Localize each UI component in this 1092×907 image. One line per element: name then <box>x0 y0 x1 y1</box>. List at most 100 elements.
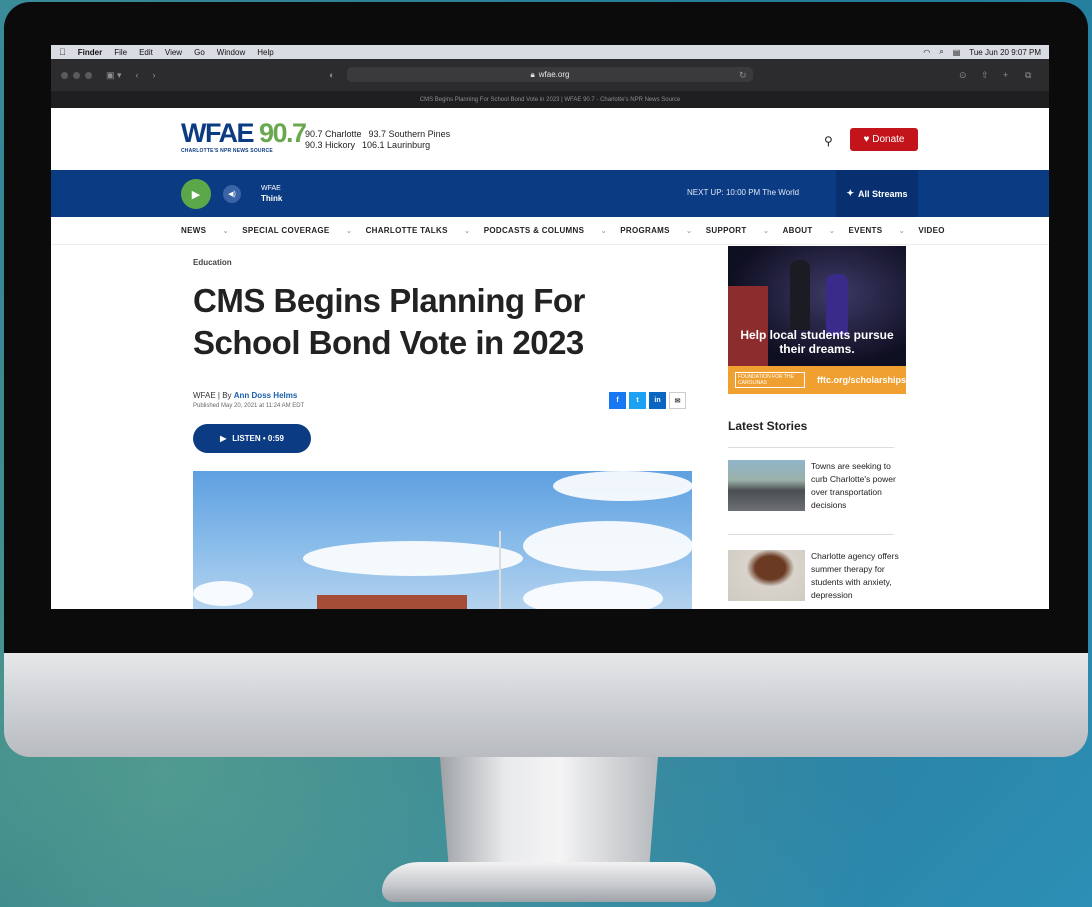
menu-file[interactable]: File <box>114 48 127 57</box>
menu-edit[interactable]: Edit <box>139 48 153 57</box>
privacy-icon[interactable]: ◐ <box>329 70 334 80</box>
latest-stories-heading: Latest Stories <box>728 419 808 433</box>
volume-icon[interactable]: ◀) <box>223 185 241 203</box>
nav-label: PODCASTS & COLUMNS <box>483 226 585 235</box>
back-icon[interactable]: ‹ <box>136 70 139 80</box>
tab-bar: CMS Begins Planning For School Bond Vote… <box>51 91 1049 108</box>
menu-finder[interactable]: Finder <box>78 48 102 57</box>
sidebar-toggle-icon[interactable]: ▣ ▾ <box>106 70 122 81</box>
screen:  Finder File Edit View Go Window Help ◠… <box>51 45 1049 609</box>
share-buttons: f t in ✉ <box>609 392 686 409</box>
tabs-overview-icon[interactable]: ⧉ <box>1025 70 1031 81</box>
monitor-chin <box>4 653 1088 757</box>
ad-link[interactable]: fftc.org/scholarships <box>817 375 906 385</box>
nav-support[interactable]: SUPPORT ⌄ <box>706 226 770 235</box>
tab-title[interactable]: CMS Begins Planning For School Bond Vote… <box>420 97 681 103</box>
play-button[interactable]: ▶ <box>181 179 211 209</box>
frequency: 90.7 Charlotte <box>305 129 362 139</box>
chevron-down-icon: ⌄ <box>828 226 836 235</box>
address-bar[interactable]: 🔒︎ wfae.org <box>347 67 753 82</box>
share-icon[interactable]: ⇧ <box>981 70 989 81</box>
menu-window[interactable]: Window <box>217 48 245 57</box>
nav-charlotte-talks[interactable]: CHARLOTTE TALKS ⌄ <box>366 226 471 235</box>
play-icon: ▶ <box>220 434 227 443</box>
story-title[interactable]: Charlotte agency offers summer therapy f… <box>811 550 901 602</box>
menu-go[interactable]: Go <box>194 48 205 57</box>
site-search-icon[interactable]: ⚲ <box>824 134 833 148</box>
live-player: ▶ ◀) WFAE Think NEXT UP: 10:00 PM The Wo… <box>51 170 1049 217</box>
program-name: Think <box>261 194 283 203</box>
linkedin-icon[interactable]: in <box>649 392 666 409</box>
station-name: WFAE <box>261 185 281 192</box>
menu-help[interactable]: Help <box>257 48 273 57</box>
article-image <box>193 471 692 609</box>
story-title[interactable]: Towns are seeking to curb Charlotte's po… <box>811 460 901 512</box>
story-thumbnail[interactable] <box>728 460 805 511</box>
close-button[interactable] <box>61 71 68 79</box>
email-icon[interactable]: ✉ <box>669 392 686 409</box>
apple-icon[interactable]:  <box>59 47 66 57</box>
now-playing: WFAE Think <box>261 184 282 205</box>
divider <box>728 447 894 448</box>
nav-label: SPECIAL COVERAGE <box>242 226 330 235</box>
reload-icon[interactable]: ↻ <box>739 70 747 81</box>
frequency: 106.1 Laurinburg <box>362 140 431 150</box>
url-text: wfae.org <box>538 70 570 79</box>
minimize-button[interactable] <box>73 71 80 79</box>
frequencies: 90.7 Charlotte 93.7 Southern Pines 90.3 H… <box>305 129 457 151</box>
scholarship-ad[interactable]: Help local students pursue their dreams.… <box>728 246 906 394</box>
frequency: 90.3 Hickory <box>305 140 356 150</box>
nav-video[interactable]: VIDEO <box>918 226 957 235</box>
ad-headline: Help local students pursue their dreams. <box>740 328 894 356</box>
mac-menubar:  Finder File Edit View Go Window Help ◠… <box>51 45 1049 59</box>
sparkle-icon: ✦ <box>846 188 854 198</box>
article-category[interactable]: Education <box>193 258 232 267</box>
ad-footer: FOUNDATION FOR THE CAROLINAS fftc.org/sc… <box>728 366 906 394</box>
nav-label: VIDEO <box>918 226 945 235</box>
listen-button[interactable]: ▶ LISTEN • 0:59 <box>193 424 311 453</box>
nav-label: ABOUT <box>782 226 813 235</box>
frequency: 93.7 Southern Pines <box>368 129 451 139</box>
download-icon[interactable]: ⊙ <box>959 70 967 81</box>
search-icon[interactable]: ⌕ <box>939 47 943 57</box>
nav-special-coverage[interactable]: SPECIAL COVERAGE ⌄ <box>242 226 352 235</box>
nav-about[interactable]: ABOUT ⌄ <box>783 226 836 235</box>
new-tab-icon[interactable]: + <box>1003 70 1008 80</box>
menu-view[interactable]: View <box>165 48 182 57</box>
author-link[interactable]: Ann Doss Helms <box>234 391 298 400</box>
monitor-base <box>382 862 716 902</box>
wifi-icon[interactable]: ◠ <box>923 48 930 57</box>
listen-label: LISTEN • 0:59 <box>232 434 284 443</box>
nav-podcasts[interactable]: PODCASTS & COLUMNS ⌄ <box>484 226 608 235</box>
divider <box>728 534 894 535</box>
wfae-logo[interactable]: WFAE 90.7 CHARLOTTE'S NPR NEWS SOURCE <box>181 120 307 155</box>
twitter-icon[interactable]: t <box>629 392 646 409</box>
control-center-icon[interactable]: ▤ <box>953 48 961 57</box>
nav-label: NEWS <box>181 226 207 235</box>
nav-label: PROGRAMS <box>620 226 670 235</box>
nav-events[interactable]: EVENTS ⌄ <box>849 226 906 235</box>
monitor-stand <box>440 757 658 867</box>
chevron-down-icon: ⌄ <box>898 226 906 235</box>
all-streams-button[interactable]: ✦ All Streams <box>836 170 918 217</box>
chevron-down-icon: ⌄ <box>345 226 353 235</box>
donate-button[interactable]: ♥ Donate <box>850 128 918 151</box>
facebook-icon[interactable]: f <box>609 392 626 409</box>
chevron-down-icon: ⌄ <box>600 226 608 235</box>
chevron-down-icon: ⌄ <box>463 226 471 235</box>
site-header: WFAE 90.7 CHARLOTTE'S NPR NEWS SOURCE 90… <box>51 108 1049 170</box>
nav-label: EVENTS <box>848 226 883 235</box>
menubar-clock[interactable]: Tue Jun 20 9:07 PM <box>969 48 1041 57</box>
logo-tagline: CHARLOTTE'S NPR NEWS SOURCE <box>181 148 273 154</box>
story-thumbnail[interactable] <box>728 550 805 601</box>
next-up: NEXT UP: 10:00 PM The World <box>687 188 800 197</box>
forward-icon[interactable]: › <box>153 70 156 80</box>
nav-programs[interactable]: PROGRAMS ⌄ <box>620 226 693 235</box>
zoom-button[interactable] <box>85 71 92 79</box>
byline-prefix: WFAE | By <box>193 391 234 400</box>
browser-toolbar: ▣ ▾ ‹ › ◐ 🔒︎ wfae.org ↻ ⊙ ⇧ + ⧉ <box>51 59 1049 91</box>
chevron-down-icon: ⌄ <box>222 226 230 235</box>
nav-news[interactable]: NEWS ⌄ <box>181 226 229 235</box>
lock-icon: 🔒︎ <box>530 69 535 79</box>
byline: WFAE | By Ann Doss Helms Published May 2… <box>193 390 304 412</box>
